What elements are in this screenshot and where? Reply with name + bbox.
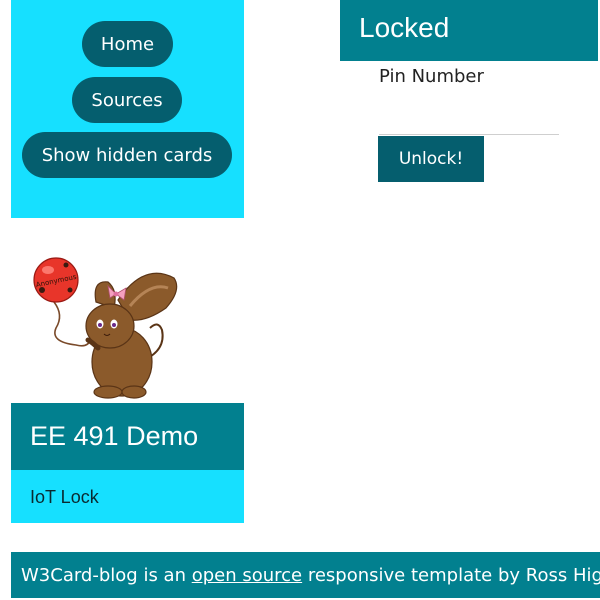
footer-text: W3Card-blog is an open source responsive… [21,565,600,586]
demo-card-subtitle: IoT Lock [30,487,99,507]
demo-card-header: EE 491 Demo [11,403,244,470]
footer: W3Card-blog is an open source responsive… [11,552,600,598]
pin-number-input[interactable] [379,96,559,135]
page: Home Sources Show hidden cards Anonymous [0,0,600,600]
unlock-button[interactable]: Unlock! [378,136,484,182]
footer-text-before: W3Card-blog is an [21,565,192,586]
show-hidden-cards-button[interactable]: Show hidden cards [22,132,232,178]
rabbit-balloon-mascot-image: Anonymous [33,257,178,399]
open-source-link[interactable]: open source [192,565,302,586]
nav-card: Home Sources Show hidden cards [11,0,244,218]
locked-card-header: Locked [340,0,598,61]
pin-number-label: Pin Number [379,66,484,87]
home-button[interactable]: Home [82,21,173,67]
demo-card-title: EE 491 Demo [30,421,199,451]
footer-text-after: responsive template by Ross Hig [302,565,600,586]
demo-card-body: IoT Lock [11,470,244,523]
sources-button[interactable]: Sources [72,77,182,123]
locked-title: Locked [359,12,450,43]
